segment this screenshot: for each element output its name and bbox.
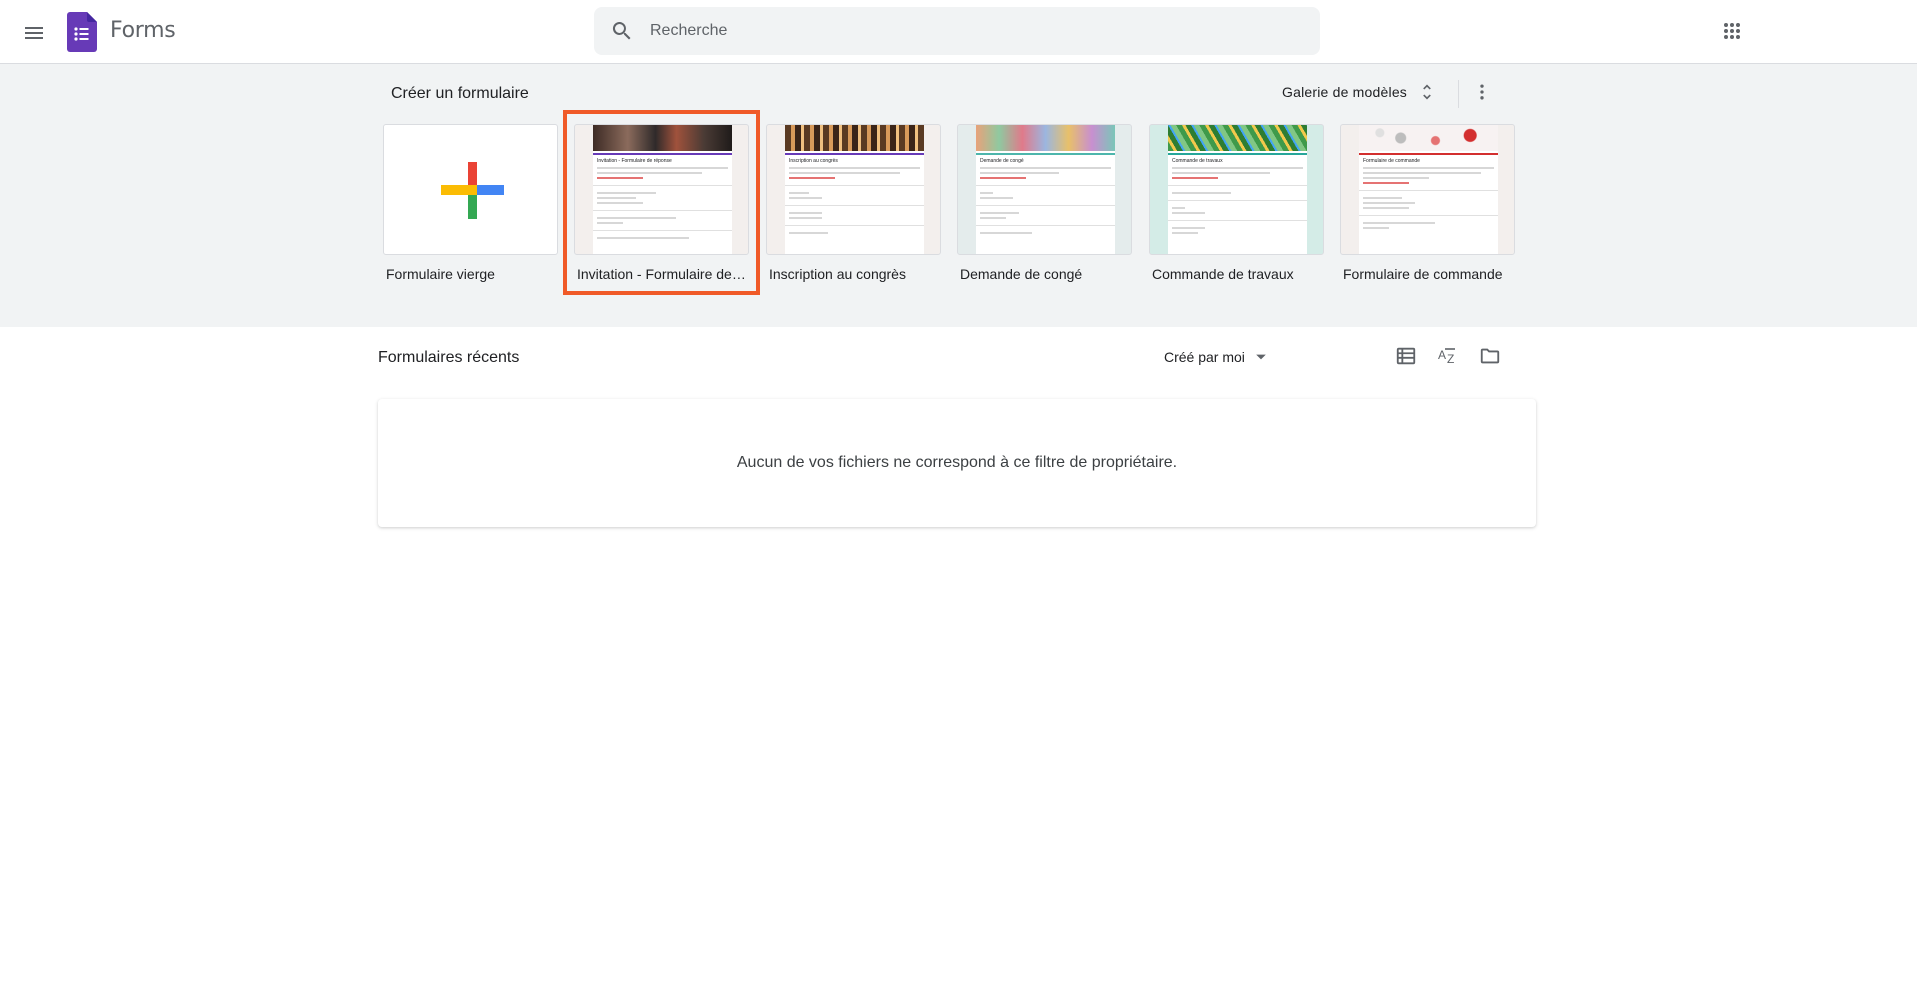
form-preview-title: Commande de travaux — [1172, 158, 1223, 164]
file-picker-button[interactable] — [1470, 336, 1510, 376]
main-menu-button[interactable] — [14, 13, 54, 53]
template-blank-form[interactable]: Formulaire vierge — [383, 124, 558, 282]
form-header-card: Invitation - Formulaire de réponse — [593, 153, 732, 185]
banner-image — [1168, 125, 1307, 151]
folder-icon — [1480, 348, 1500, 364]
question-card — [1168, 220, 1307, 240]
question-card — [785, 225, 924, 240]
form-preview: Invitation - Formulaire de réponse — [593, 125, 732, 254]
question-card — [785, 185, 924, 205]
form-header-card: Commande de travaux — [1168, 153, 1307, 185]
form-preview-title: Formulaire de commande — [1363, 158, 1420, 164]
unfold-more-icon — [1423, 84, 1431, 100]
search-bar[interactable] — [594, 7, 1320, 55]
template-label: Demande de congé — [960, 266, 1083, 282]
template-label: Invitation - Formulaire de réponse — [577, 266, 746, 282]
banner-image — [593, 125, 732, 151]
list-view-icon — [1396, 347, 1416, 365]
form-header-card: Demande de congé — [976, 153, 1115, 185]
template-thumbnail[interactable]: Invitation - Formulaire de réponse — [574, 124, 749, 255]
forms-logo-icon[interactable] — [67, 12, 97, 52]
google-apps-grid-icon — [1724, 23, 1740, 39]
search-icon — [612, 22, 631, 40]
banner-image — [976, 125, 1115, 151]
form-preview: Demande de congé — [976, 125, 1115, 254]
template-work-order[interactable]: Commande de travaux Commande de travaux — [1149, 124, 1324, 282]
template-label: Commande de travaux — [1152, 266, 1294, 282]
template-thumbnail[interactable] — [383, 124, 558, 255]
form-header-card: Inscription au congrès — [785, 153, 924, 185]
form-preview: Formulaire de commande — [1359, 125, 1498, 254]
banner-image — [785, 125, 924, 151]
form-preview-title: Invitation - Formulaire de réponse — [597, 158, 672, 164]
question-card — [976, 205, 1115, 225]
question-card — [976, 185, 1115, 205]
template-gallery-section: Créer un formulaire Galerie de modèles F… — [0, 64, 1917, 327]
question-card — [1359, 215, 1498, 235]
template-invitation[interactable]: Invitation - Formulaire de réponse Invit… — [563, 110, 760, 295]
question-card — [1168, 185, 1307, 200]
sort-az-icon: A Z — [1438, 348, 1455, 366]
more-vert-icon — [1480, 84, 1484, 100]
arrow-drop-down-icon — [1256, 354, 1266, 360]
divider — [1458, 80, 1459, 108]
template-gallery-button[interactable]: Galerie de modèles — [1270, 74, 1451, 110]
recent-forms-heading: Formulaires récents — [378, 349, 520, 366]
template-congress-registration[interactable]: Inscription au congrès Inscription au co… — [766, 124, 941, 282]
search-button[interactable] — [594, 7, 650, 55]
svg-text:Z: Z — [1447, 352, 1454, 366]
empty-state-message: Aucun de vos fichiers ne correspond à ce… — [736, 454, 1178, 471]
create-form-heading: Créer un formulaire — [391, 85, 529, 102]
template-leave-request[interactable]: Demande de congé Demande de congé — [957, 124, 1132, 282]
question-card — [593, 185, 732, 210]
more-options-button[interactable] — [1464, 74, 1500, 110]
list-view-button[interactable] — [1386, 336, 1426, 376]
question-card — [593, 210, 732, 230]
empty-state-card: Aucun de vos fichiers ne correspond à ce… — [378, 399, 1536, 527]
template-thumbnail[interactable]: Formulaire de commande — [1340, 124, 1515, 255]
template-label: Formulaire vierge — [386, 266, 495, 282]
template-label: Inscription au congrès — [769, 266, 906, 282]
question-card — [785, 205, 924, 225]
svg-text:A: A — [1438, 348, 1446, 362]
form-preview-title: Demande de congé — [980, 158, 1024, 164]
form-preview-title: Inscription au congrès — [789, 158, 838, 164]
plus-icon — [441, 162, 504, 219]
question-card — [976, 225, 1115, 240]
sort-options-button[interactable]: A Z — [1428, 336, 1468, 376]
form-header-card: Formulaire de commande — [1359, 153, 1498, 190]
template-thumbnail[interactable]: Inscription au congrès — [766, 124, 941, 255]
top-app-bar: Forms — [0, 0, 1917, 64]
template-order-form[interactable]: Formulaire de commande Formulaire de com… — [1340, 124, 1515, 282]
question-card — [593, 230, 732, 245]
template-gallery-label: Galerie de modèles — [1282, 84, 1407, 100]
question-card — [1359, 190, 1498, 215]
form-preview: Inscription au congrès — [785, 125, 924, 254]
banner-image — [1359, 125, 1498, 151]
app-name[interactable]: Forms — [110, 18, 176, 43]
google-apps-button[interactable] — [1712, 11, 1752, 51]
search-input[interactable] — [650, 22, 1250, 40]
template-thumbnail[interactable]: Commande de travaux — [1149, 124, 1324, 255]
owner-filter-dropdown[interactable]: Créé par moi — [1158, 345, 1273, 369]
template-label: Formulaire de commande — [1343, 266, 1503, 282]
owner-filter-label: Créé par moi — [1164, 349, 1245, 365]
question-card — [1168, 200, 1307, 220]
hamburger-menu-icon — [25, 27, 43, 39]
form-preview: Commande de travaux — [1168, 125, 1307, 254]
template-thumbnail[interactable]: Demande de congé — [957, 124, 1132, 255]
